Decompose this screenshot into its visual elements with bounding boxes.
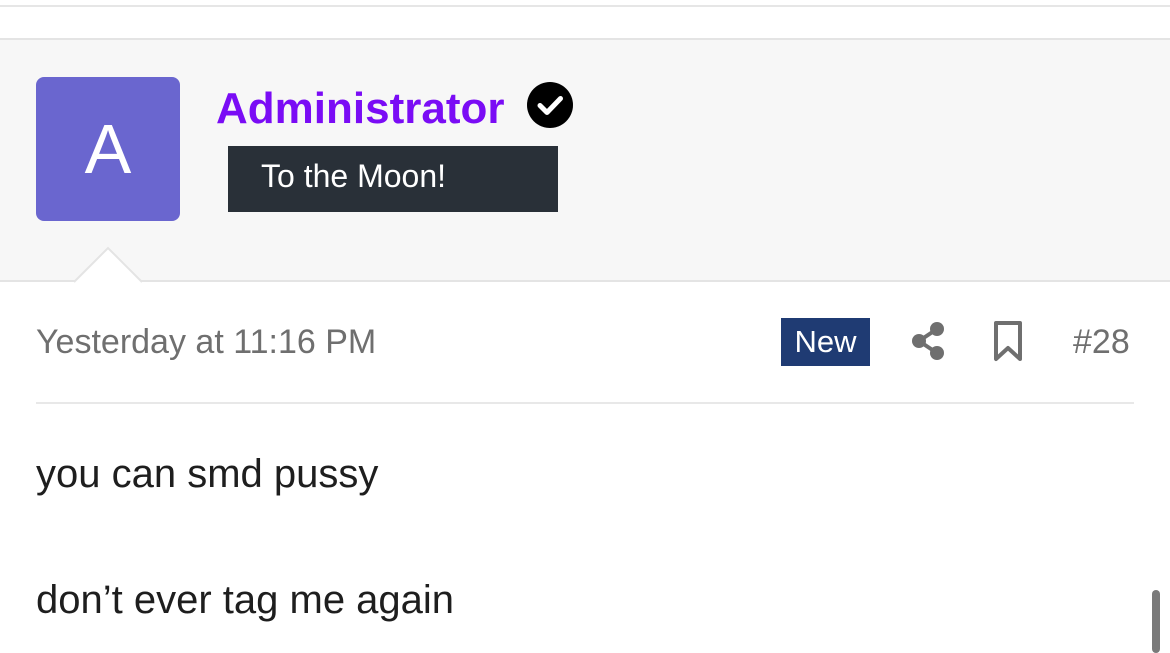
post-number-link[interactable]: #28 (1073, 322, 1130, 362)
post-body-line: you can smd pussy (36, 452, 379, 496)
meta-divider (36, 402, 1134, 404)
avatar[interactable]: A (36, 77, 180, 221)
new-badge: New (781, 318, 870, 366)
top-divider (0, 5, 1170, 7)
post-timestamp[interactable]: Yesterday at 11:16 PM (36, 322, 376, 362)
header-caret (73, 246, 143, 283)
bookmark-icon[interactable] (990, 320, 1026, 362)
author-name[interactable]: Administrator (216, 84, 504, 134)
scrollbar[interactable] (1152, 590, 1160, 653)
post-body-line: don’t ever tag me again (36, 578, 455, 622)
share-icon[interactable] (908, 320, 948, 362)
avatar-letter: A (84, 110, 132, 188)
user-title-banner: To the Moon! (228, 146, 558, 212)
verified-check-icon (527, 82, 573, 128)
